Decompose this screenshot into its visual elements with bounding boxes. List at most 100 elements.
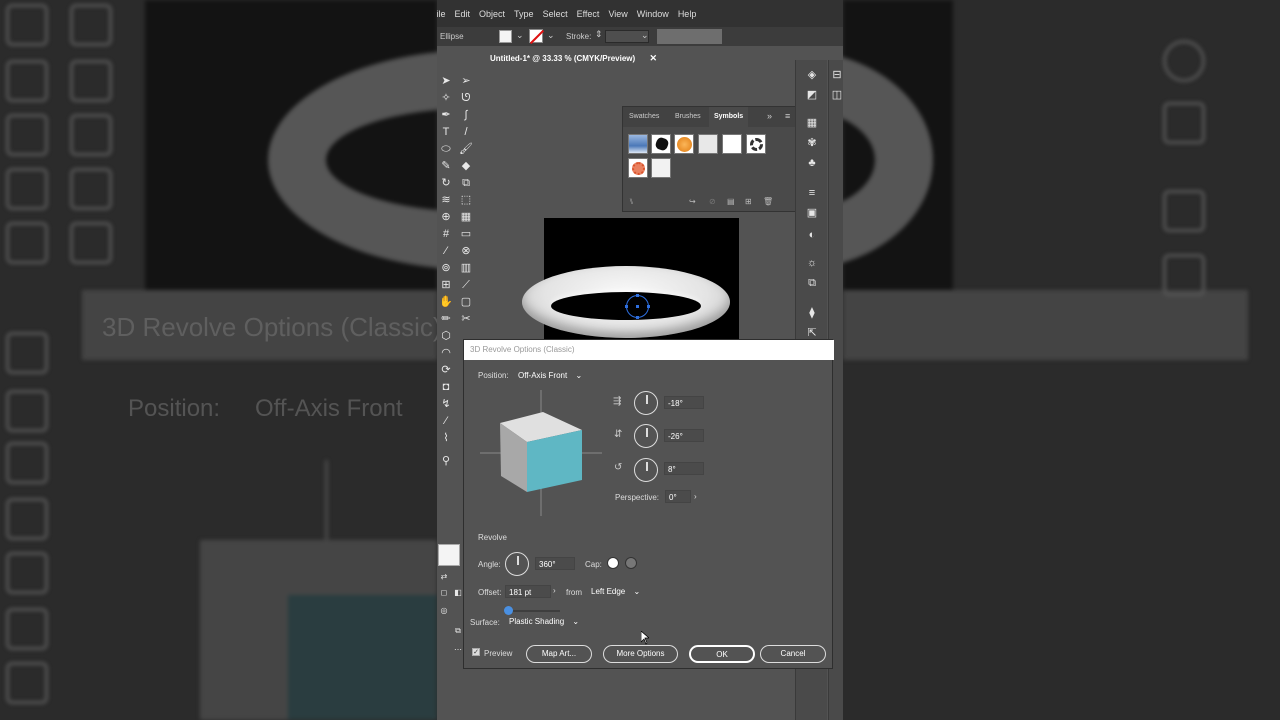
stroke-stepper-icon[interactable]: ⇕ xyxy=(595,29,603,40)
asset-export-icon[interactable]: ⇱ xyxy=(805,326,819,340)
offset-slider-track[interactable] xyxy=(505,610,560,612)
anchor-point[interactable] xyxy=(647,305,650,308)
appearance-icon[interactable]: ☼ xyxy=(805,256,819,270)
shaper-tool-icon[interactable]: ✎ xyxy=(439,159,453,173)
more-options-button[interactable]: More Options xyxy=(603,645,678,663)
y-rotation-dial[interactable] xyxy=(634,424,658,448)
free-transform-tool-icon[interactable]: ⬚ xyxy=(459,193,473,207)
symbol-splatter[interactable] xyxy=(651,134,671,154)
line-tool-icon[interactable]: / xyxy=(459,125,473,139)
paintbrush-tool-icon[interactable]: 🖌 xyxy=(459,142,473,156)
new-symbol-icon[interactable]: ⊞ xyxy=(745,197,752,206)
menu-type[interactable]: Type xyxy=(514,9,534,19)
warp-tool-icon[interactable]: ↯ xyxy=(439,397,453,411)
map-art-button[interactable]: Map Art... xyxy=(526,645,592,663)
symbols-icon[interactable]: ♣ xyxy=(805,156,819,170)
live-paint-tool-icon[interactable]: ◘ xyxy=(439,380,453,394)
stroke-weight-chevron-icon[interactable]: ⌄ xyxy=(641,30,649,41)
anchor-point[interactable] xyxy=(636,316,639,319)
symbol-blue-banner[interactable] xyxy=(628,134,648,154)
mesh-tool-icon[interactable]: # xyxy=(439,227,453,241)
hand-tool-icon[interactable]: ✋ xyxy=(439,295,453,309)
polygon-tool-icon[interactable]: ⬡ xyxy=(439,329,453,343)
tab-brushes[interactable]: Brushes xyxy=(675,113,701,120)
menu-file[interactable]: File xyxy=(437,9,446,19)
perspective-grid-tool-icon[interactable]: ▦ xyxy=(459,210,473,224)
surface-dropdown[interactable]: Plastic Shading ⌄ xyxy=(509,615,579,628)
symbol-flower[interactable] xyxy=(628,158,648,178)
rotation-cube-preview[interactable] xyxy=(480,390,602,516)
x-rotation-field[interactable]: -18° xyxy=(664,396,704,409)
swap-fill-stroke-icon[interactable]: ⇄ xyxy=(437,570,451,584)
artboard-tool-icon[interactable]: ⊞ xyxy=(439,278,453,292)
menu-effect[interactable]: Effect xyxy=(577,9,600,19)
menu-edit[interactable]: Edit xyxy=(455,9,471,19)
symbol-gray-button[interactable] xyxy=(698,134,718,154)
menu-window[interactable]: Window xyxy=(637,9,669,19)
offset-chevron-icon[interactable]: › xyxy=(553,586,556,595)
delete-symbol-icon[interactable]: 🗑 xyxy=(763,197,773,206)
graphic-styles-icon[interactable]: ⧉ xyxy=(805,276,819,290)
symbol-options-icon[interactable]: ▤ xyxy=(727,197,735,206)
curvature-tool-icon[interactable]: ∫ xyxy=(459,108,473,122)
stroke-color-swatch[interactable] xyxy=(529,29,543,43)
angle-field[interactable]: 360° xyxy=(535,557,575,570)
anchor-point[interactable] xyxy=(636,294,639,297)
width-tool-icon[interactable]: ≋ xyxy=(439,193,453,207)
symbol-ring-badge[interactable] xyxy=(746,134,766,154)
arc-tool-icon[interactable]: ◠ xyxy=(439,346,453,360)
blend-tool-icon[interactable]: ⊗ xyxy=(459,244,473,258)
panel-menu-icon[interactable]: ≡ xyxy=(785,111,790,121)
perspective-chevron-icon[interactable]: › xyxy=(694,492,697,501)
scissors-tool-icon[interactable]: ✂ xyxy=(459,312,473,326)
z-rotation-field[interactable]: 8° xyxy=(664,462,704,475)
eyedropper-tool-icon[interactable]: ⁄ xyxy=(439,244,453,258)
place-symbol-icon[interactable]: ↪ xyxy=(689,197,696,206)
brushes-icon[interactable]: ✾ xyxy=(805,136,819,150)
magic-wand-tool-icon[interactable]: ✧ xyxy=(439,91,453,105)
menu-select[interactable]: Select xyxy=(543,9,568,19)
tab-symbols[interactable]: Symbols xyxy=(709,107,749,127)
menu-object[interactable]: Object xyxy=(479,9,505,19)
eyedropper-2-tool-icon[interactable]: ⁄ xyxy=(439,414,453,428)
menu-view[interactable]: View xyxy=(608,9,627,19)
eraser-tool-icon[interactable]: ◆ xyxy=(459,159,473,173)
pen-tool-icon[interactable]: ✒ xyxy=(439,108,453,122)
ok-button[interactable]: OK xyxy=(689,645,755,663)
fill-stroke-widget[interactable] xyxy=(438,544,460,566)
symbol-libraries-icon[interactable]: ⑊ xyxy=(629,197,634,206)
offset-field[interactable]: 181 pt xyxy=(505,585,551,598)
break-link-icon[interactable]: ⊘ xyxy=(709,197,716,206)
angle-dial[interactable] xyxy=(505,552,529,576)
selection-tool-icon[interactable]: ➤ xyxy=(439,74,453,88)
cap-on-button[interactable] xyxy=(607,557,619,569)
shape-builder-tool-icon[interactable]: ⊕ xyxy=(439,210,453,224)
color-guide-icon[interactable]: ◈ xyxy=(805,68,819,82)
image-trace-icon[interactable]: ◩ xyxy=(805,88,819,102)
stroke-icon[interactable]: ≡ xyxy=(805,186,819,200)
column-graph-tool-icon[interactable]: ▥ xyxy=(459,261,473,275)
z-rotation-dial[interactable] xyxy=(634,458,658,482)
symbol-orange-button[interactable] xyxy=(674,134,694,154)
fill-chevron-icon[interactable]: ⌄ xyxy=(516,30,524,41)
print-tiling-tool-icon[interactable]: ▢ xyxy=(459,295,473,309)
symbol-white-banner[interactable] xyxy=(651,158,671,178)
anchor-point[interactable] xyxy=(625,305,628,308)
measure-tool-icon[interactable]: ⌇ xyxy=(439,431,453,445)
libraries-icon[interactable]: ◫ xyxy=(830,88,843,102)
swatches-icon[interactable]: ▦ xyxy=(805,116,819,130)
y-rotation-field[interactable]: -26° xyxy=(664,429,704,442)
slice-tool-icon[interactable]: ⟋ xyxy=(459,278,473,292)
preview-checkbox[interactable]: ✓ xyxy=(472,648,480,656)
variable-width-field[interactable] xyxy=(657,29,722,44)
offset-slider-thumb[interactable] xyxy=(504,606,513,615)
scale-tool-icon[interactable]: ⧉ xyxy=(459,176,473,190)
document-tab[interactable]: Untitled-1* @ 33.33 % (CMYK/Preview) ✕ xyxy=(483,48,663,68)
rotate-tool-icon[interactable]: ↻ xyxy=(439,176,453,190)
layers-icon[interactable]: ⧫ xyxy=(805,306,819,320)
perspective-field[interactable]: 0° xyxy=(665,490,691,503)
menu-help[interactable]: Help xyxy=(678,9,697,19)
zoom-tool-icon[interactable]: ⚲ xyxy=(439,454,453,468)
close-tab-icon[interactable]: ✕ xyxy=(649,53,657,64)
position-dropdown[interactable]: Off-Axis Front ⌄ xyxy=(518,369,582,382)
